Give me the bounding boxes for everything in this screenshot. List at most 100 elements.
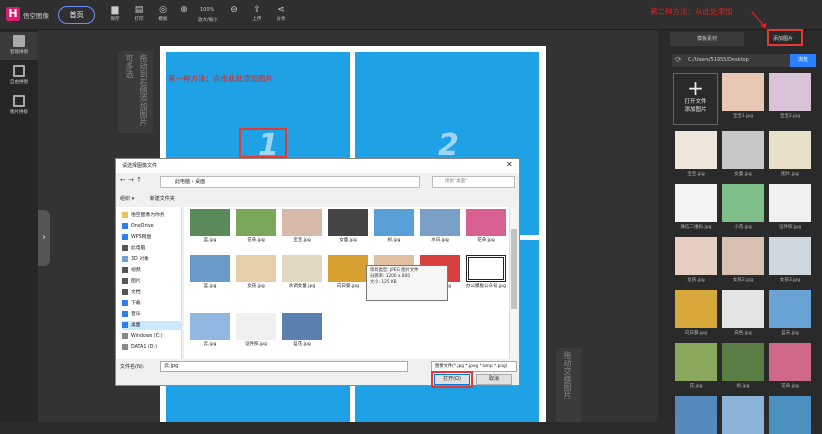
file-grid-scrollbar[interactable] (509, 207, 517, 359)
file-thumbnail[interactable] (282, 209, 322, 236)
file-name-label: 蓝.jpg (203, 284, 217, 289)
folder-icon (122, 255, 128, 262)
sidebar-item[interactable]: 悟空图像为你务 (122, 211, 182, 220)
image-thumbnail-label: 树.jpg (736, 384, 750, 389)
sidebar-item-label: 下载 (131, 301, 141, 306)
sidebar-item-label: 视频 (131, 268, 141, 273)
close-icon[interactable]: ✕ (506, 160, 513, 169)
address-row: 此电脑 › 桌面 搜索"桌面" (120, 176, 515, 188)
sidebar-item-label: Windows (C:) (131, 334, 163, 339)
file-name-label: 女孩.jpg (247, 284, 265, 289)
scroll-thumb[interactable] (511, 229, 517, 309)
sidebar-item-label: 悟空图像为你务 (131, 213, 165, 218)
path-field[interactable]: C:/Users/51955/Desktop (672, 54, 790, 67)
image-thumbnail[interactable] (769, 396, 811, 434)
folder-icon (122, 299, 128, 306)
image-thumbnail[interactable] (675, 396, 717, 434)
file-thumbnail[interactable] (466, 255, 506, 282)
sidebar-item[interactable]: 下载 (122, 299, 182, 308)
new-folder-button[interactable]: 新建文件夹 (150, 196, 175, 202)
dialog-sidebar: 悟空图像为你务 OneDrive WPS网盘此电脑 3D 对象视频图片文档下载音乐桌面… (116, 207, 182, 359)
left-nav: 智能拼图 自由拼图 图片拼接 (0, 30, 38, 422)
folder-icon (122, 266, 128, 273)
folder-icon (122, 233, 128, 240)
image-thumbnail-label: 向日葵.jpg (685, 331, 707, 336)
image-thumbnail[interactable] (722, 131, 764, 169)
file-name-label: 花朵.jpg (247, 238, 265, 243)
file-thumbnail[interactable] (190, 255, 230, 282)
image-thumbnail[interactable] (722, 290, 764, 328)
image-thumbnail[interactable] (722, 237, 764, 275)
folder-icon (122, 222, 128, 229)
image-thumbnail[interactable] (675, 343, 717, 381)
file-thumbnail[interactable] (420, 209, 460, 236)
collapse-handle[interactable]: › (38, 210, 50, 266)
sidebar-item[interactable]: Windows (C:) (122, 332, 182, 341)
image-thumbnail[interactable] (769, 73, 811, 111)
image-thumbnail-label: 蓝天.jpg (781, 331, 799, 336)
image-thumbnail[interactable] (722, 73, 764, 111)
file-open-dialog: 请选择图像文件 ✕ 此电脑 › 桌面 搜索"桌面" ← → ↑ 组织 ▾ 新建文… (115, 158, 520, 388)
file-thumbnail[interactable] (466, 209, 506, 236)
image-thumbnail[interactable] (722, 343, 764, 381)
file-thumbnail[interactable] (236, 255, 276, 282)
image-thumbnail-label: 女孩.jpg (687, 278, 705, 283)
sidebar-item[interactable]: 文档 (122, 288, 182, 297)
image-thumbnail[interactable] (769, 290, 811, 328)
image-thumbnail[interactable] (769, 237, 811, 275)
sidebar-item-label: 音乐 (131, 312, 141, 317)
tab-template-material[interactable]: 模板素材 (670, 32, 744, 46)
image-thumbnail[interactable] (769, 131, 811, 169)
sidebar-item[interactable]: WPS网盘 (122, 233, 182, 242)
back-forward-icons[interactable]: ← → ↑ (120, 176, 142, 184)
image-thumbnail[interactable] (675, 184, 717, 222)
image-thumbnail[interactable] (722, 184, 764, 222)
image-thumbnail[interactable] (675, 131, 717, 169)
image-thumbnail[interactable] (675, 290, 717, 328)
organize-button[interactable]: 组织 ▾ (120, 196, 134, 202)
nav-smart-collage[interactable]: 智能拼图 (0, 32, 38, 60)
filename-input[interactable]: 云.jpg (160, 361, 408, 372)
file-thumbnail[interactable] (282, 313, 322, 340)
nav-free-collage[interactable]: 自由拼图 (0, 62, 38, 90)
file-grid: 蓝.jpg 花朵.jpg 宝宝.jpg 女童.jpg 树.jpg 水日.jpg 花朵.jpg… (184, 207, 509, 359)
file-name-label: 水日.jpg (431, 238, 449, 243)
file-name-label: 办公模板公众号.jpg (466, 284, 506, 289)
image-thumbnail-label: 白色.jpg (734, 331, 752, 336)
sidebar-item[interactable]: 此电脑 (122, 244, 182, 253)
hint-vertical-right: 拖动交换图片 (556, 348, 582, 422)
cancel-button[interactable]: 取消 (476, 374, 512, 385)
breadcrumb[interactable]: 此电脑 › 桌面 (160, 176, 420, 188)
open-file-tile[interactable]: + 打开文件 添加图片 (673, 73, 718, 125)
sidebar-item[interactable]: 视频 (122, 266, 182, 275)
sidebar-item-label: WPS网盘 (131, 235, 152, 240)
file-thumbnail[interactable] (190, 313, 230, 340)
search-input[interactable]: 搜索"桌面" (432, 176, 515, 188)
file-thumbnail[interactable] (328, 255, 368, 282)
sidebar-item[interactable]: 音乐 (122, 310, 182, 319)
image-thumbnail[interactable] (722, 396, 764, 434)
sidebar-item[interactable]: 3D 对象 (122, 255, 182, 264)
file-name-label: 树.jpg (387, 238, 401, 243)
file-thumbnail[interactable] (374, 209, 414, 236)
image-thumbnail[interactable] (769, 184, 811, 222)
nav-image-stitch[interactable]: 图片拼接 (0, 92, 38, 120)
refresh-icon[interactable]: ⟳ (675, 55, 682, 64)
browse-button[interactable]: 浏览 (790, 54, 816, 67)
file-thumbnail[interactable] (328, 209, 368, 236)
grid-icon (13, 35, 25, 47)
annotation-method1: 第一种方法：点击此处添加图片 (168, 74, 273, 83)
file-name-label: 蓝.jpg (203, 238, 217, 243)
image-thumbnail-label: 小花.jpg (734, 225, 752, 230)
file-thumbnail[interactable] (236, 313, 276, 340)
image-thumbnail[interactable] (675, 237, 717, 275)
file-thumbnail[interactable] (282, 255, 322, 282)
sidebar-item[interactable]: 图片 (122, 277, 182, 286)
sidebar-item[interactable]: DATA1 (D:) (122, 343, 182, 352)
file-thumbnail[interactable] (190, 209, 230, 236)
sidebar-item[interactable]: OneDrive (122, 222, 182, 231)
image-thumbnail[interactable] (769, 343, 811, 381)
file-thumbnail[interactable] (236, 209, 276, 236)
free-layout-icon (13, 65, 25, 77)
sidebar-item[interactable]: 桌面 (122, 321, 182, 330)
